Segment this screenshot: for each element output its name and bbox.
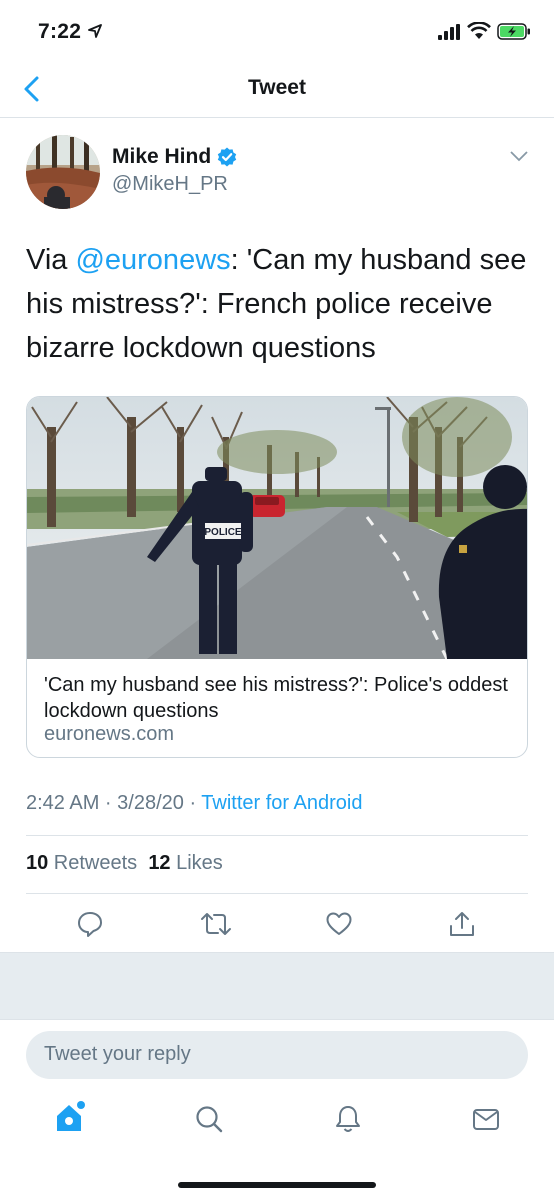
wifi-icon xyxy=(467,22,491,39)
battery-charging-icon xyxy=(497,23,530,40)
divider xyxy=(26,893,528,894)
nav-header: Tweet xyxy=(0,62,554,118)
tweet-source-link[interactable]: Twitter for Android xyxy=(201,792,362,814)
tweet-text: Via @euronews: 'Can my husband see his m… xyxy=(26,238,536,370)
retweets-count: 10 xyxy=(26,852,49,874)
verified-badge-icon xyxy=(217,147,237,167)
police-badge-text: POLICE xyxy=(204,527,242,538)
tweet-timestamp: 2:42 AM · 3/28/20 · xyxy=(26,792,202,814)
status-time: 7:22 xyxy=(38,20,82,43)
author-name: Mike Hind xyxy=(112,145,212,168)
mention-link[interactable]: @euronews xyxy=(75,244,230,276)
link-preview-card[interactable]: POLICE 'Can my husband see his mistress?… xyxy=(26,396,528,758)
tweet-meta: 2:42 AM · 3/28/20 · Twitter for Android xyxy=(26,792,362,815)
search-icon[interactable] xyxy=(194,1104,224,1134)
heart-icon[interactable] xyxy=(325,910,353,938)
cellular-signal-icon xyxy=(438,24,460,40)
home-indicator xyxy=(178,1182,376,1188)
tweet-text-prefix: Via xyxy=(26,244,76,276)
likes-stat[interactable]: 12 Likes xyxy=(148,852,223,874)
author-name-row[interactable]: Mike Hind xyxy=(112,145,237,169)
page-title: Tweet xyxy=(248,76,306,99)
separator-band xyxy=(0,952,554,1020)
card-image: POLICE xyxy=(27,397,527,659)
divider xyxy=(26,835,528,836)
location-arrow-icon xyxy=(88,24,102,38)
retweet-icon[interactable] xyxy=(200,910,232,938)
chevron-down-icon[interactable] xyxy=(510,150,528,162)
reply-placeholder: Tweet your reply xyxy=(44,1043,191,1065)
share-icon[interactable] xyxy=(448,910,476,938)
notifications-bell-icon[interactable] xyxy=(333,1104,363,1134)
likes-label: Likes xyxy=(170,852,223,874)
author-avatar[interactable] xyxy=(26,135,100,209)
comment-icon[interactable] xyxy=(76,910,104,938)
retweets-stat[interactable]: 10 Retweets xyxy=(26,852,137,874)
retweets-label: Retweets xyxy=(48,852,138,874)
author-handle[interactable]: @MikeH_PR xyxy=(112,173,228,196)
home-icon[interactable] xyxy=(54,1100,88,1134)
status-bar: 7:22 xyxy=(0,0,554,62)
tweet-stats: 10 Retweets 12 Likes xyxy=(26,852,223,875)
reply-input[interactable]: Tweet your reply xyxy=(26,1031,528,1079)
card-domain: euronews.com xyxy=(44,723,175,745)
messages-mail-icon[interactable] xyxy=(471,1104,501,1134)
likes-count: 12 xyxy=(148,852,171,874)
card-title: 'Can my husband see his mistress?': Poli… xyxy=(44,674,508,722)
